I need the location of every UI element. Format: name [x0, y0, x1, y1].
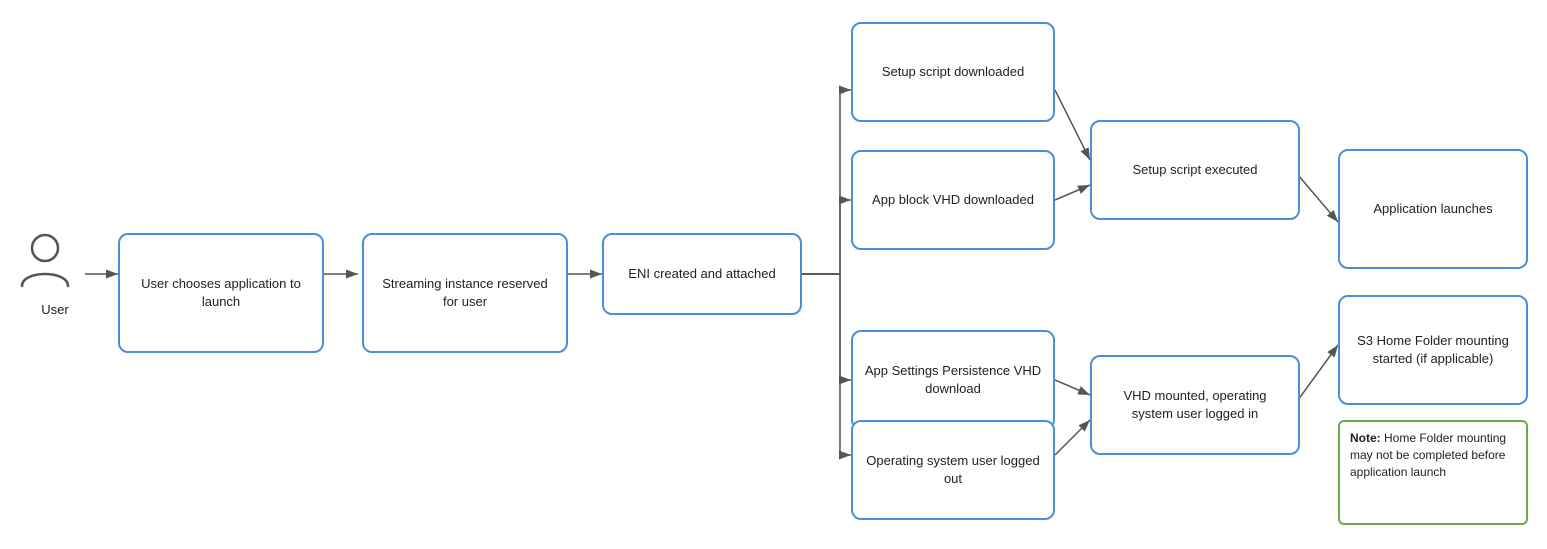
s3-home-node: S3 Home Folder mounting started (if appl… — [1338, 295, 1528, 405]
note-bold-label: Note: — [1350, 431, 1381, 445]
app-settings-vhd-label: App Settings Persistence VHD download — [863, 362, 1043, 398]
note-content: Note: Home Folder mounting may not be co… — [1350, 430, 1516, 480]
vhd-mounted-label: VHD mounted, operating system user logge… — [1102, 387, 1288, 423]
os-user-logged-label: Operating system user logged out — [863, 452, 1043, 488]
streaming-instance-node: Streaming instance reserved for user — [362, 233, 568, 353]
s3-home-label: S3 Home Folder mounting started (if appl… — [1350, 332, 1516, 368]
app-block-vhd-label: App block VHD downloaded — [872, 191, 1034, 209]
user-chooses-node: User chooses application to launch — [118, 233, 324, 353]
setup-script-dl-label: Setup script downloaded — [882, 63, 1024, 81]
note-box: Note: Home Folder mounting may not be co… — [1338, 420, 1528, 525]
user-label: User — [25, 302, 85, 317]
user-icon — [18, 230, 72, 290]
setup-script-exec-node: Setup script executed — [1090, 120, 1300, 220]
setup-script-exec-label: Setup script executed — [1132, 161, 1257, 179]
os-user-logged-node: Operating system user logged out — [851, 420, 1055, 520]
vhd-mounted-node: VHD mounted, operating system user logge… — [1090, 355, 1300, 455]
app-block-vhd-node: App block VHD downloaded — [851, 150, 1055, 250]
diagram: User User chooses application to launch … — [0, 0, 1547, 549]
user-chooses-label: User chooses application to launch — [130, 275, 312, 311]
streaming-instance-label: Streaming instance reserved for user — [374, 275, 556, 311]
eni-created-node: ENI created and attached — [602, 233, 802, 315]
app-launches-node: Application launches — [1338, 149, 1528, 269]
app-launches-label: Application launches — [1373, 200, 1492, 218]
app-settings-vhd-node: App Settings Persistence VHD download — [851, 330, 1055, 430]
setup-script-dl-node: Setup script downloaded — [851, 22, 1055, 122]
eni-created-label: ENI created and attached — [628, 265, 775, 283]
